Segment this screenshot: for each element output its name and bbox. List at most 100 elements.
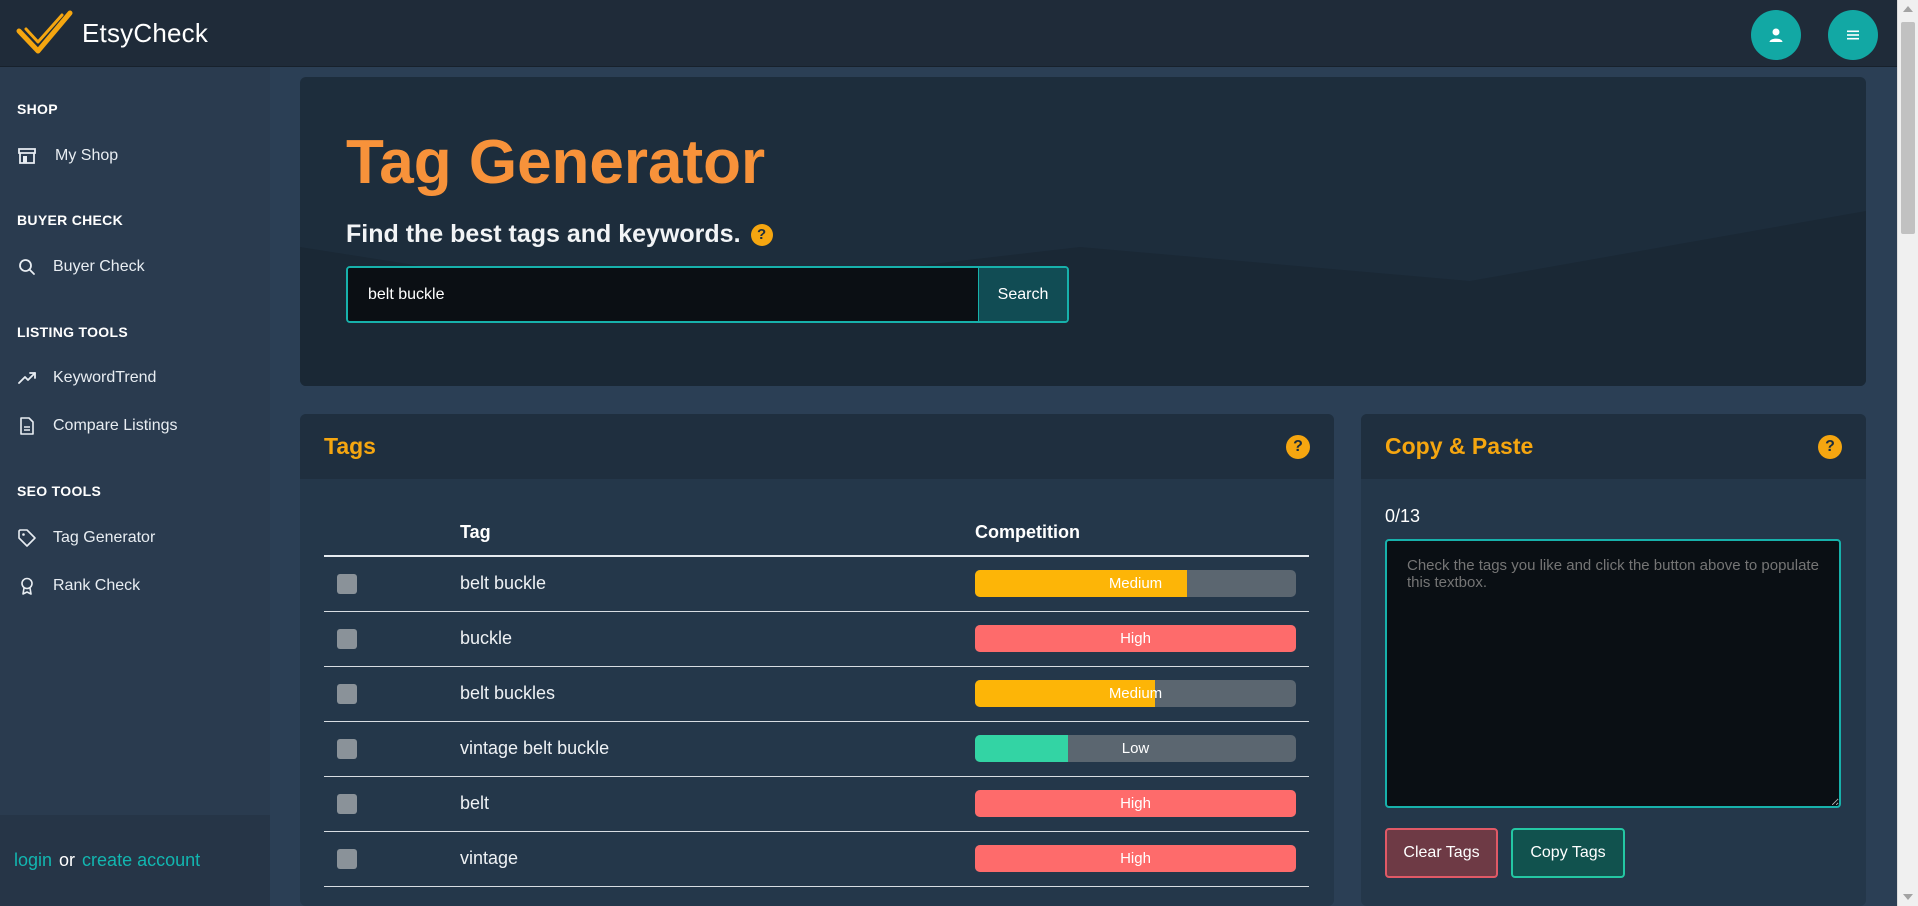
competition-bar: Low <box>975 735 1296 762</box>
sidebar: SHOP My Shop BUYER CHECK Buyer Check LIS… <box>0 67 270 906</box>
store-icon <box>18 148 36 164</box>
column-header-competition: Competition <box>975 510 1309 557</box>
search-box: Search <box>346 266 1069 323</box>
table-row: belt High <box>324 776 1309 832</box>
scroll-thumb[interactable] <box>1901 22 1915 234</box>
tag-cell: belt buckle <box>460 556 975 612</box>
competition-cell: High <box>975 831 1309 887</box>
sidebar-item-label: KeywordTrend <box>53 369 157 386</box>
sidebar-item-buyer-check[interactable]: Buyer Check <box>17 257 145 277</box>
tag-cell: vintage <box>460 831 975 887</box>
sidebar-item-label: Buyer Check <box>53 258 145 275</box>
sidebar-section-shop: SHOP <box>17 101 58 117</box>
scroll-up-icon[interactable] <box>1903 6 1913 12</box>
tags-card-title: Tags <box>324 433 376 459</box>
competition-cell: Low <box>975 721 1309 777</box>
select-cell <box>324 776 460 832</box>
tag-checkbox[interactable] <box>337 628 357 649</box>
competition-bar: High <box>975 845 1296 872</box>
select-cell <box>324 666 460 722</box>
page-subtitle: Find the best tags and keywords. ? <box>346 220 773 249</box>
sidebar-item-my-shop[interactable]: My Shop <box>17 146 118 166</box>
checkmark-logo-icon <box>16 10 73 54</box>
competition-cell: High <box>975 776 1309 832</box>
column-header-tag: Tag <box>460 510 975 557</box>
sidebar-item-label: Compare Listings <box>53 417 178 434</box>
user-icon <box>1769 28 1783 42</box>
page-title: Tag Generator <box>346 128 766 197</box>
copy-card-title: Copy & Paste <box>1385 433 1534 459</box>
tags-card: Tags ? Tag Competition belt buckle Medium… <box>300 414 1334 906</box>
select-cell <box>324 721 460 777</box>
help-icon[interactable]: ? <box>750 223 773 246</box>
sidebar-section-listing-tools: LISTING TOOLS <box>17 324 128 340</box>
table-row: vintage belt buckle Low <box>324 721 1309 777</box>
tag-checkbox[interactable] <box>337 793 357 814</box>
competition-bar: Medium <box>975 570 1296 598</box>
search-icon <box>19 259 35 275</box>
table-row: belt buckles Medium <box>324 666 1309 722</box>
logo[interactable]: EtsyCheck <box>16 9 208 57</box>
search-input[interactable] <box>348 268 978 321</box>
search-button[interactable]: Search <box>978 268 1067 321</box>
tag-checkbox[interactable] <box>337 573 357 594</box>
login-link[interactable]: login <box>14 850 52 871</box>
sidebar-item-rank-check[interactable]: Rank Check <box>17 576 140 596</box>
select-cell <box>324 831 460 887</box>
column-header-select <box>324 510 460 557</box>
sidebar-section-seo-tools: SEO TOOLS <box>17 483 102 499</box>
competition-cell: Medium <box>975 666 1309 722</box>
or-text: or <box>59 850 76 870</box>
sidebar-item-keywordtrend[interactable]: KeywordTrend <box>17 368 156 388</box>
table-header-row: Tag Competition <box>324 510 1309 557</box>
competition-label: Medium <box>1108 685 1163 702</box>
competition-bar: High <box>975 625 1296 652</box>
top-bar: EtsyCheck <box>0 0 1897 67</box>
app-name: EtsyCheck <box>82 17 209 48</box>
copy-paste-card: Copy & Paste ? 0/13 Clear Tags Copy Tags <box>1361 414 1866 906</box>
trend-icon <box>18 372 36 384</box>
tags-table-body: belt buckle Medium buckle High belt buckles M… <box>324 556 1309 887</box>
hero-card: Tag Generator Find the best tags and key… <box>300 77 1866 386</box>
clear-tags-button[interactable]: Clear Tags <box>1385 828 1498 878</box>
account-button[interactable] <box>1751 10 1801 60</box>
sidebar-item-compare-listings[interactable]: Compare Listings <box>17 416 178 436</box>
tag-checkbox[interactable] <box>337 848 357 869</box>
copy-card-header: Copy & Paste ? <box>1361 414 1866 479</box>
sidebar-item-tag-generator[interactable]: Tag Generator <box>17 528 155 548</box>
table-row: belt buckle Medium <box>324 556 1309 612</box>
tag-cell: vintage belt buckle <box>460 721 975 777</box>
hamburger-icon <box>1847 30 1859 40</box>
tag-icon <box>18 529 36 547</box>
tags-textbox[interactable] <box>1385 539 1841 808</box>
competition-label: High <box>1120 795 1151 812</box>
subtitle-text: Find the best tags and keywords. <box>346 220 741 248</box>
copy-tags-button[interactable]: Copy Tags <box>1511 828 1625 878</box>
help-icon[interactable]: ? <box>1286 434 1310 459</box>
page-scrollbar[interactable] <box>1897 0 1918 906</box>
table-row: vintage High <box>324 831 1309 887</box>
competition-cell: High <box>975 611 1309 667</box>
sidebar-item-label: Rank Check <box>53 577 141 594</box>
competition-label: Low <box>1121 740 1150 757</box>
select-cell <box>324 611 460 667</box>
tag-cell: belt <box>460 776 975 832</box>
tag-checkbox[interactable] <box>337 738 357 759</box>
sidebar-footer: login or create account <box>0 815 270 906</box>
document-icon <box>20 417 34 435</box>
table-row: buckle High <box>324 611 1309 667</box>
competition-bar: Medium <box>975 680 1296 707</box>
tag-cell: belt buckles <box>460 666 975 722</box>
tag-checkbox[interactable] <box>337 683 357 704</box>
create-account-link[interactable]: create account <box>82 850 200 871</box>
tag-cell: buckle <box>460 611 975 667</box>
competition-cell: Medium <box>975 556 1309 612</box>
help-icon[interactable]: ? <box>1818 434 1842 459</box>
scroll-down-icon[interactable] <box>1903 894 1913 900</box>
competition-label: High <box>1120 850 1151 867</box>
tags-card-header: Tags ? <box>300 414 1334 479</box>
menu-button[interactable] <box>1828 10 1878 60</box>
sidebar-section-buyer-check: BUYER CHECK <box>17 212 123 228</box>
sidebar-item-label: My Shop <box>55 147 119 164</box>
sidebar-item-label: Tag Generator <box>53 529 156 546</box>
